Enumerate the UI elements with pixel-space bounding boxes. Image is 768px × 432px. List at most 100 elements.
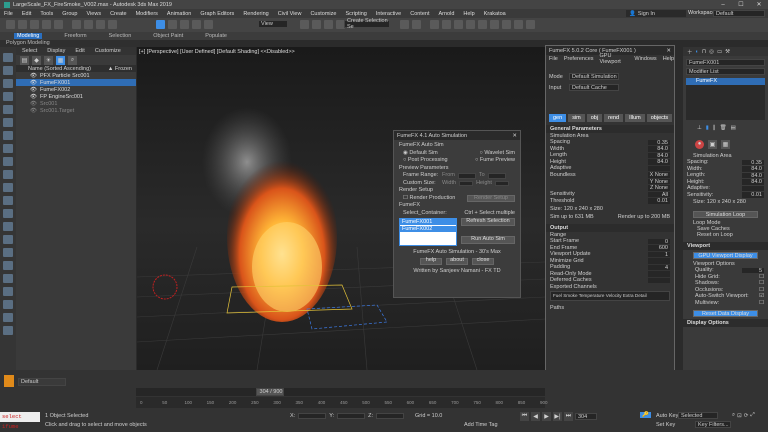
fumefx-menu-item[interactable]: GPU Viewport [600, 53, 629, 65]
param-value[interactable]: 4 [648, 264, 670, 271]
fumefx-tab-gen[interactable]: gen [549, 114, 567, 122]
scene-item[interactable]: 👁 FumeFX001 [16, 79, 136, 86]
angle-snap-icon[interactable] [312, 20, 321, 29]
menu-rendering[interactable]: Rendering [243, 11, 268, 17]
remove-modifier-icon[interactable]: 🗑 [720, 125, 727, 131]
param-value[interactable]: 1 [648, 251, 670, 258]
pivot-icon[interactable] [204, 20, 213, 29]
next-frame-icon[interactable]: ▶| [553, 412, 562, 421]
input-dropdown[interactable]: Default Cache [569, 84, 619, 91]
menu-group[interactable]: Group [62, 11, 77, 17]
system-tool-icon[interactable] [3, 222, 13, 231]
fume-tool-icon[interactable] [3, 274, 13, 283]
param-value[interactable]: 84.0 [742, 179, 764, 185]
z-field[interactable] [376, 413, 404, 419]
scene-menu-display[interactable]: Display [47, 48, 65, 54]
configure-icon[interactable]: ▤ [731, 125, 736, 131]
array-tool-icon[interactable] [3, 131, 13, 140]
utilities-tab-icon[interactable]: ⚒ [725, 49, 730, 55]
ribbon-tab-selection[interactable]: Selection [109, 33, 132, 39]
make-unique-icon[interactable]: ∥ [713, 125, 716, 131]
menu-scripting[interactable]: Scripting [345, 11, 366, 17]
set-key-button[interactable]: Set Key [656, 422, 675, 428]
reset-on-loop-checkbox[interactable]: Reset on Loop [683, 232, 768, 238]
modifier-stack-item[interactable]: FumeFX [686, 78, 765, 85]
ribbon-tab-modeling[interactable]: Modeling [14, 33, 43, 39]
from-field[interactable] [457, 173, 476, 179]
visibility-icon[interactable]: 👁 [30, 73, 37, 79]
menu-animation[interactable]: Animation [167, 11, 191, 17]
menu-content[interactable]: Content [410, 11, 429, 17]
default-sim-radio[interactable]: ◉ Default Sim [403, 150, 438, 158]
undo-icon[interactable] [6, 20, 15, 29]
time-slider[interactable]: 304 / 900 [136, 388, 545, 396]
menu-modifiers[interactable]: Modifiers [136, 11, 158, 17]
go-to-end-icon[interactable]: ⏭ [564, 412, 573, 421]
close-icon[interactable]: ✕ [750, 0, 768, 9]
orbit-icon[interactable]: ⟳ [744, 413, 749, 419]
menu-interactive[interactable]: Interactive [376, 11, 401, 17]
ribbon-tab-populate[interactable]: Populate [205, 33, 227, 39]
find-icon[interactable]: ⌕ [68, 55, 77, 65]
toggle-ribbon-icon[interactable] [454, 20, 463, 29]
mode-dropdown[interactable]: Default Simulation [569, 73, 619, 80]
scene-item[interactable]: 👁 Src001.Target [16, 107, 136, 114]
link-icon[interactable] [30, 20, 39, 29]
scene-item[interactable]: 👁 FumeFX002 [16, 86, 136, 93]
fumefx-tab-rend[interactable]: rend [604, 114, 624, 122]
hierarchy-tab-icon[interactable]: ⊓ [702, 49, 706, 55]
auto-key-button[interactable]: Auto Key [656, 413, 678, 419]
menu-customize[interactable]: Customize [310, 11, 336, 17]
general-params-header[interactable]: General Parameters [546, 125, 674, 133]
fumefx-menu-item[interactable]: Windows [634, 56, 656, 62]
camera-tool-icon[interactable] [3, 170, 13, 179]
shape-tool-icon[interactable] [3, 248, 13, 257]
column-name[interactable]: Name (Sorted Ascending) [28, 66, 91, 72]
occlusions-checkbox[interactable]: ☐ [759, 287, 764, 293]
select-icon[interactable] [72, 20, 81, 29]
fumefx-run-icon[interactable]: ● [695, 139, 704, 149]
scale-tool-icon[interactable] [3, 92, 13, 101]
unlink-icon[interactable] [42, 20, 51, 29]
menu-edit[interactable]: Edit [22, 11, 31, 17]
ribbon-tab-freeform[interactable]: Freeform [64, 33, 86, 39]
workspace-field[interactable]: Default [18, 378, 66, 386]
param-value[interactable]: All Fields [648, 191, 670, 204]
particle-tool-icon[interactable] [3, 261, 13, 270]
column-frozen[interactable]: ▲ Frozen [108, 66, 132, 72]
render-tool-icon[interactable] [3, 287, 13, 296]
percent-snap-icon[interactable] [324, 20, 333, 29]
scene-item[interactable]: 👁 FP EngineSrc001 [16, 93, 136, 100]
param-value[interactable]: 84.0 [648, 152, 670, 159]
multiview-checkbox[interactable]: ☐ [759, 300, 764, 306]
menu-graph-editors[interactable]: Graph Editors [200, 11, 234, 17]
param-value[interactable] [648, 258, 670, 264]
x-field[interactable] [298, 413, 327, 419]
param-value[interactable]: 0.35 [742, 159, 764, 166]
close-button[interactable]: close [472, 257, 494, 265]
display-all-icon[interactable]: ▦ [56, 55, 65, 65]
motion-tab-icon[interactable]: ◎ [709, 49, 714, 55]
param-value[interactable]: 600 [648, 245, 670, 251]
link-tool-icon[interactable] [3, 157, 13, 166]
param-value[interactable]: 0.35 [648, 139, 670, 146]
view-tool-icon[interactable] [3, 326, 13, 335]
menu-views[interactable]: Views [87, 11, 102, 17]
menu-civil-view[interactable]: Civil View [278, 11, 302, 17]
run-auto-sim-button[interactable]: Run Auto Sim [461, 236, 515, 244]
scene-menu-customize[interactable]: Customize [95, 48, 121, 54]
particle-source-gizmo[interactable] [152, 274, 178, 300]
param-value[interactable]: Y None [648, 178, 670, 185]
prev-frame-icon[interactable]: ◀ [531, 412, 540, 421]
fumefx-menu-item[interactable]: File [549, 56, 558, 62]
maximize-viewport-icon[interactable]: ⤢ [750, 412, 754, 419]
rotate-icon[interactable] [168, 20, 177, 29]
layer-icon[interactable] [442, 20, 451, 29]
snap-icon[interactable] [300, 20, 309, 29]
to-field[interactable] [487, 173, 506, 179]
create-tab-icon[interactable]: ＋ [687, 48, 693, 56]
redo-icon[interactable] [18, 20, 27, 29]
render-icon[interactable] [526, 20, 535, 29]
fumefx-menu-item[interactable]: Help [663, 56, 674, 62]
scene-menu-select[interactable]: Select [22, 48, 37, 54]
